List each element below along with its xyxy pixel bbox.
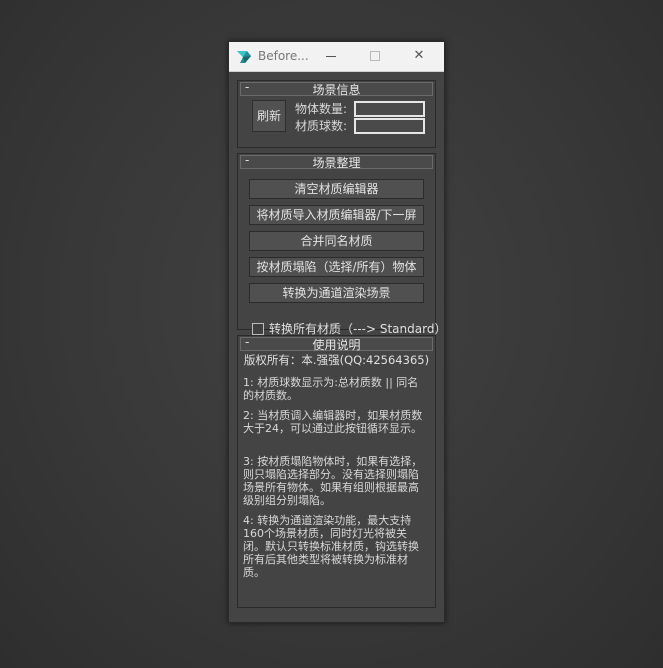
title-bar[interactable]: Before... ✕: [229, 42, 444, 72]
clear-material-editor-button[interactable]: 清空材质编辑器: [249, 179, 424, 199]
rollout-title: 场景信息: [312, 83, 361, 97]
rollout-title: 场景整理: [312, 156, 361, 170]
convert-all-materials-checkbox[interactable]: [252, 323, 264, 335]
minimize-icon: [326, 56, 336, 57]
collapse-by-material-button[interactable]: 按材质塌陷（选择/所有）物体: [249, 257, 424, 277]
object-count-label: 物体数量:: [295, 102, 348, 116]
rollout-scene-info-header[interactable]: - 场景信息: [240, 80, 433, 97]
maximize-button[interactable]: [355, 42, 395, 71]
rollout-title: 使用说明: [312, 338, 361, 352]
object-count-field[interactable]: [354, 101, 425, 117]
rollout-usage-header[interactable]: - 使用说明: [240, 335, 433, 352]
minimize-button[interactable]: [311, 42, 351, 71]
copyright-text: 版权所有：本.强强(QQ:42564365): [243, 353, 430, 367]
import-materials-next-page-button[interactable]: 将材质导入材质编辑器/下一屏: [249, 205, 424, 225]
material-count-field[interactable]: [354, 118, 425, 134]
rollout-usage: - 使用说明 版权所有：本.强强(QQ:42564365) 1: 材质球数显示为…: [237, 335, 436, 608]
script-window: Before... ✕ - 场景信息 刷新 物体数量: 材质球数: - 场景整理…: [228, 41, 446, 623]
3dsmax-app-icon: [237, 51, 251, 63]
usage-note-3: 3: 按材质塌陷物体时，如果有选择，则只塌陷选择部分。没有选择则塌陷场景所有物体…: [243, 455, 423, 507]
refresh-button[interactable]: 刷新: [252, 100, 286, 132]
rollout-scene-info: - 场景信息 刷新 物体数量: 材质球数:: [237, 80, 436, 148]
maximize-icon: [370, 51, 380, 61]
usage-note-1: 1: 材质球数显示为:总材质数 || 同名的材质数。: [243, 376, 419, 402]
close-icon: ✕: [413, 48, 425, 63]
window-title: Before...: [258, 49, 309, 63]
rollout-scene-cleanup: - 场景整理 清空材质编辑器 将材质导入材质编辑器/下一屏 合并同名材质 按材质…: [237, 153, 446, 336]
merge-same-name-materials-button[interactable]: 合并同名材质: [249, 231, 424, 251]
material-count-label: 材质球数:: [295, 119, 348, 133]
convert-channel-render-button[interactable]: 转换为通道渲染场景: [249, 283, 424, 303]
close-button[interactable]: ✕: [399, 42, 439, 71]
usage-note-4: 4: 转换为通道渲染功能，最大支持160个场景材质，同时灯光将被关闭。默认只转换…: [243, 514, 419, 579]
rollout-scene-cleanup-header[interactable]: - 场景整理: [240, 153, 433, 170]
usage-note-2: 2: 当材质调入编辑器时，如果材质数大于24，可以通过此按钮循环显示。: [243, 409, 423, 435]
